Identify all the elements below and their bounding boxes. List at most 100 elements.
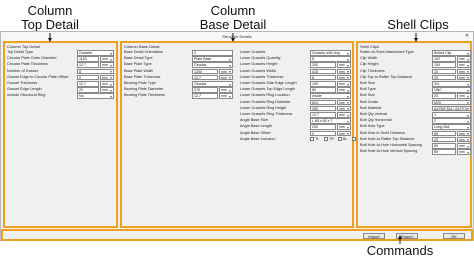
input-bolt-hole-to-rafter-top-distance[interactable]: 20 <box>432 136 456 143</box>
unit-select[interactable]: mm ▼ <box>219 93 233 99</box>
input-bolt-hole-to-shell-distance[interactable]: 80 <box>432 130 456 137</box>
field-value: 1200 <box>194 69 202 74</box>
form-row-bearing-plate-diameter: Bearing Plate Diameter 270 mm ▼ <box>124 87 236 93</box>
unit-value: mm <box>459 75 465 80</box>
unit-select[interactable]: mm ▼ <box>337 68 351 75</box>
select-lower-gussets[interactable]: Gussets with ring ▼ <box>310 50 351 56</box>
unit-select[interactable]: mm ▼ <box>337 99 351 106</box>
select-bearing-plate-type[interactable]: Circular ▼ <box>192 81 233 87</box>
input-clip-height[interactable]: 150 <box>432 62 456 68</box>
input-clip-top-to-rafter-top-distance[interactable]: 20 <box>432 74 456 81</box>
unit-select[interactable]: mm ▼ <box>457 62 471 68</box>
input-lower-gussets-side-edge-length[interactable]: 100 <box>310 81 336 87</box>
select-bolt-qty-vertical[interactable]: 1 ▼ <box>432 112 471 118</box>
select-rafter-to-shell-attachment-type[interactable]: Bolted Clip ▼ <box>432 50 471 56</box>
unit-select[interactable]: mm ▼ <box>337 74 351 81</box>
input-base-plate-width[interactable]: 1200 <box>192 68 218 75</box>
chevron-down-icon: ▼ <box>346 132 350 137</box>
field-value: 20 <box>79 88 83 93</box>
unit-select[interactable]: mm ▼ <box>457 143 471 149</box>
unit-select[interactable]: mm ▼ <box>337 124 351 130</box>
input-lower-gussets-ring-diameter[interactable]: 524 <box>310 99 336 106</box>
unit-select[interactable]: mm ▼ <box>337 87 351 93</box>
unit-select[interactable]: mm ▼ <box>219 87 233 93</box>
field-value: 1163 <box>79 57 87 62</box>
select-include-structural-ring[interactable]: No ▼ <box>77 93 114 99</box>
input-lower-gussets-ring-thickness[interactable]: 12.7 <box>310 112 336 118</box>
select-bolt-grade[interactable]: M20 ▼ <box>432 99 471 106</box>
input-clip-width[interactable]: 102 <box>432 56 456 62</box>
unit-select[interactable]: mm ▼ <box>457 136 471 143</box>
unit-select[interactable]: mm ▼ <box>457 149 471 155</box>
unit-value: mm <box>459 63 465 68</box>
select-top-detail-type[interactable]: Gussets ▼ <box>77 50 114 56</box>
unit-select[interactable]: mm ▼ <box>457 74 471 81</box>
unit-select[interactable]: mm ▼ <box>100 81 114 87</box>
input-angle-base-offset[interactable]: 0 <box>310 130 336 137</box>
input-circular-plate-outer-diameter[interactable]: 1163 <box>77 56 99 62</box>
select-bolt-type[interactable]: UNC ▼ <box>432 87 471 93</box>
close-icon[interactable]: ✕ <box>464 33 470 39</box>
unit-select[interactable]: mm ▼ <box>100 87 114 93</box>
select-bolt-size[interactable]: 3/4 ▼ <box>432 81 471 87</box>
input-gusset-edge-length[interactable]: 20 <box>77 87 99 93</box>
structure-details-window: Structure Details ✕ Column Top Detail To… <box>0 31 474 241</box>
select-base-plate-type[interactable]: Circular ▼ <box>192 62 233 68</box>
unit-select[interactable]: mm ▼ <box>337 112 351 118</box>
unit-select[interactable]: mm ▼ <box>337 81 351 87</box>
unit-select[interactable]: mm ▼ <box>337 130 351 137</box>
input-lower-gussets-ring-height[interactable]: 250 <box>310 105 336 112</box>
import-button[interactable]: Import <box>363 232 385 239</box>
input-gusset-thickness[interactable]: 12.7 <box>77 81 99 87</box>
input-circular-plate-thickness[interactable]: 12.7 <box>77 62 99 68</box>
input-bolt-hole-to-hole-horizontal-spacing[interactable]: 80 <box>432 143 456 149</box>
checkbox-tr[interactable] <box>324 137 328 142</box>
input-base-plate-thickness[interactable]: 12.7 <box>192 74 218 81</box>
unit-select[interactable]: mm ▼ <box>457 56 471 62</box>
input-bolt-hole-to-hole-vertical-spacing[interactable]: 80 <box>432 149 456 155</box>
input-bearing-plate-thickness[interactable]: 12.7 <box>192 93 218 99</box>
export-button[interactable]: Export <box>396 232 418 239</box>
input-clip-thickness[interactable]: 10 <box>432 68 456 75</box>
select-bolt-qty-horizontal[interactable]: 2 ▼ <box>432 118 471 124</box>
unit-select[interactable]: mm ▼ <box>457 68 471 75</box>
checkbox-tl[interactable] <box>310 137 314 142</box>
unit-select[interactable]: mm ▼ <box>100 62 114 68</box>
input-gusset-edge-to-circular-plate-offset[interactable]: 0 <box>77 74 99 81</box>
select-angle-base-size[interactable]: L 65 x 65 x 7 ▼ <box>310 118 351 124</box>
field-value: 20 <box>434 137 438 142</box>
select-lower-gussets-ring-location[interactable]: Inside ▼ <box>310 93 351 99</box>
unit-select[interactable]: mm ▼ <box>100 74 114 81</box>
field-value: Circular <box>194 63 207 68</box>
chevron-down-icon: ▼ <box>109 70 113 75</box>
input-lower-gussets-top-edge-length[interactable]: 80 <box>310 87 336 93</box>
unit-select[interactable]: mm ▼ <box>457 93 471 99</box>
unit-value: mm <box>221 75 227 80</box>
unit-select[interactable]: mm ▼ <box>457 130 471 137</box>
input-lower-gussets-height[interactable]: 250 <box>310 62 336 68</box>
input-base-detail-orientation[interactable]: 0 <box>192 50 233 56</box>
ok-button[interactable]: OK <box>443 232 465 239</box>
select-number-of-gusset[interactable]: 8 ▼ <box>77 68 114 75</box>
select-lower-gussets-quantity[interactable]: 8 ▼ <box>310 56 351 62</box>
input-bolt-size[interactable]: 20 <box>432 93 456 99</box>
unit-select[interactable]: mm ▼ <box>219 68 233 75</box>
unit-select[interactable]: mm ▼ <box>100 56 114 62</box>
select-bolt-material[interactable]: A479M 304 / A479 3 ▼ <box>432 105 471 112</box>
form-row-lower-gussets-quantity: Lower Gussets Quantity 8 ▼ <box>240 56 352 62</box>
input-bearing-plate-diameter[interactable]: 270 <box>192 87 218 93</box>
checkbox-bl[interactable] <box>338 137 342 142</box>
input-lower-gussets-width[interactable]: 415 <box>310 68 336 75</box>
select-base-detail-type[interactable]: Plate Base ▼ <box>192 56 233 62</box>
chevron-down-icon: ▼ <box>109 82 113 87</box>
unit-select[interactable]: mm ▼ <box>337 105 351 112</box>
field-label: Lower Gussets Width <box>240 68 277 73</box>
select-bolt-hole-type[interactable]: Long-Slot ▼ <box>432 124 471 130</box>
form-row-lower-gussets-side-edge-length: Lower Gussets Side Edge Length 100 mm ▼ <box>240 81 352 87</box>
unit-select[interactable]: mm ▼ <box>337 62 351 68</box>
unit-select[interactable]: mm ▼ <box>219 74 233 81</box>
field-value: 102 <box>434 57 440 62</box>
input-angle-base-length[interactable]: 200 <box>310 124 336 130</box>
input-lower-gussets-thickness[interactable]: 8 <box>310 74 336 81</box>
callout-line: Column <box>210 3 256 18</box>
